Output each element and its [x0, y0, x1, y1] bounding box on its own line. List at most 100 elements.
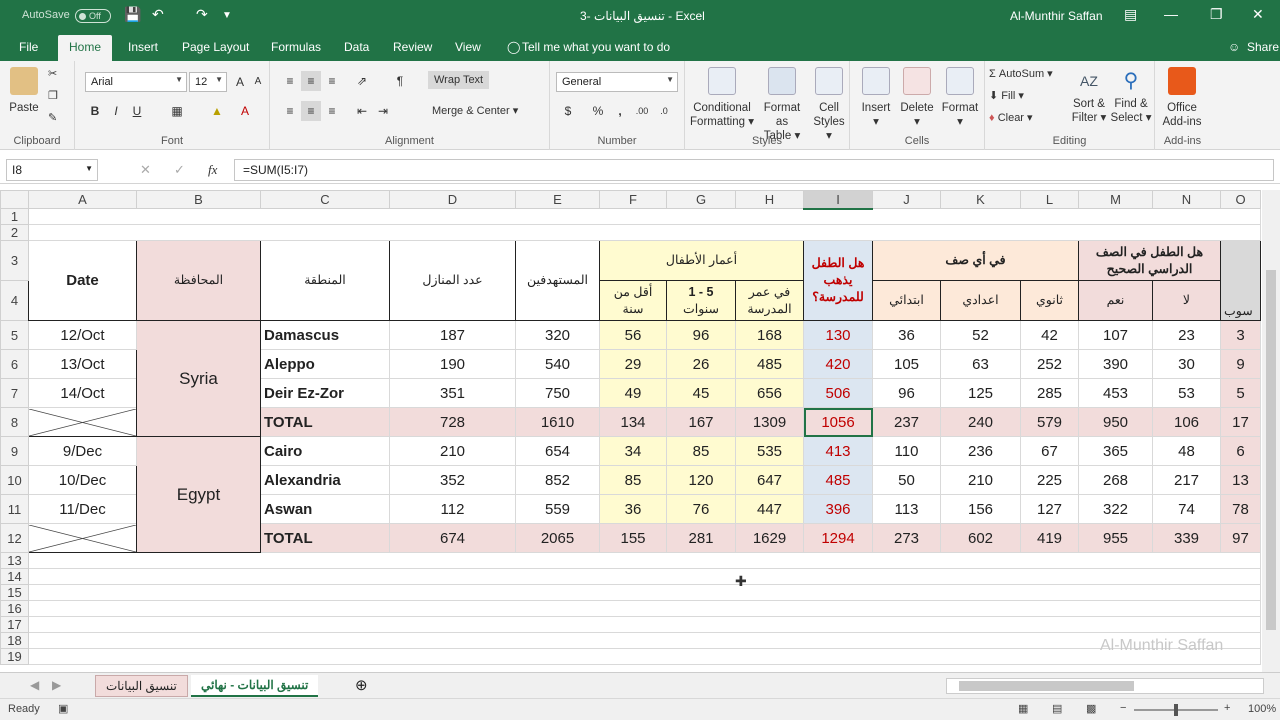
fill-color-icon[interactable]: ▲ [207, 101, 227, 121]
value-cell-l[interactable]: 42 [1020, 320, 1079, 350]
value-cell-g[interactable]: 45 [666, 378, 736, 408]
value-cell-h[interactable]: 1629 [735, 523, 804, 553]
value-cell-n[interactable]: 339 [1152, 523, 1221, 553]
value-cell-j[interactable]: 110 [872, 436, 941, 466]
no-header[interactable]: لا [1152, 280, 1221, 321]
paste-button[interactable]: Paste [6, 67, 42, 115]
value-cell-j[interactable]: 50 [872, 465, 941, 495]
font-size-select[interactable]: 12 ▼ [189, 72, 227, 92]
value-cell-k[interactable]: 240 [940, 407, 1021, 437]
empty-cell[interactable] [28, 568, 1261, 585]
horizontal-scrollbar[interactable] [946, 678, 1264, 694]
value-cell-l[interactable]: 225 [1020, 465, 1079, 495]
empty-cell[interactable] [28, 584, 1261, 601]
tab-page-layout[interactable]: Page Layout [182, 40, 249, 54]
italic-button[interactable]: I [106, 101, 126, 121]
value-cell-h[interactable]: 535 [735, 436, 804, 466]
page-break-view-icon[interactable]: ▩ [1086, 702, 1096, 715]
fill-button[interactable]: ⬇ Fill ▾ [989, 89, 1024, 102]
rtl-icon[interactable]: ¶ [390, 71, 410, 91]
copy-icon[interactable]: ❐ [48, 89, 58, 102]
tab-insert[interactable]: Insert [128, 40, 158, 54]
one-to-five-header[interactable]: 1 - 5 سنوات [666, 280, 736, 321]
value-cell-j[interactable]: 96 [872, 378, 941, 408]
col-header-i[interactable]: I [803, 190, 873, 210]
formula-input[interactable]: =SUM(I5:I7) [234, 159, 1274, 181]
row-header[interactable]: 13 [0, 552, 29, 569]
comma-button[interactable]: , [610, 101, 630, 121]
ribbon-display-icon[interactable]: ▤ [1124, 6, 1137, 23]
value-cell-j[interactable]: 273 [872, 523, 941, 553]
insert-cells-button[interactable]: Insert ▾ [856, 67, 896, 129]
align-middle-icon[interactable]: ≡ [301, 71, 321, 91]
value-cell-l[interactable]: 67 [1020, 436, 1079, 466]
col-header-j[interactable]: J [872, 190, 941, 209]
value-cell-i[interactable]: 485 [803, 465, 873, 495]
customize-qat-icon[interactable]: ▼ [222, 10, 232, 21]
align-bottom-icon[interactable]: ≡ [322, 71, 342, 91]
share-button[interactable]: Share [1247, 40, 1279, 54]
value-cell-f[interactable]: 134 [599, 407, 667, 437]
region-cell[interactable]: TOTAL [260, 407, 390, 437]
currency-button[interactable]: $ [558, 101, 578, 121]
value-cell-e[interactable]: 654 [515, 436, 600, 466]
value-cell-e[interactable]: 1610 [515, 407, 600, 437]
insert-function-icon[interactable]: fx [208, 162, 217, 178]
value-cell-d[interactable]: 351 [389, 378, 516, 408]
number-format-select[interactable]: General ▼ [556, 72, 678, 92]
autosave-toggle[interactable]: Off [75, 9, 111, 23]
worksheet[interactable]: A B C D E F G H I J K L M N O 1 2 3 Date… [0, 190, 1262, 672]
value-cell-f[interactable]: 34 [599, 436, 667, 466]
value-cell-n[interactable]: 106 [1152, 407, 1221, 437]
percent-button[interactable]: % [588, 101, 608, 121]
format-painter-icon[interactable]: ✎ [48, 111, 57, 124]
align-left-icon[interactable]: ≡ [280, 101, 300, 121]
goes-to-school-header[interactable]: هل الطفل يذهب للمدرسة؟ [803, 240, 873, 321]
value-cell-m[interactable]: 453 [1078, 378, 1153, 408]
value-cell-e[interactable]: 320 [515, 320, 600, 350]
col-header-h[interactable]: H [735, 190, 804, 209]
value-cell-e[interactable]: 750 [515, 378, 600, 408]
value-cell-o[interactable]: 3 [1220, 320, 1261, 350]
value-cell-n[interactable]: 30 [1152, 349, 1221, 379]
value-cell-l[interactable]: 127 [1020, 494, 1079, 524]
date-cell[interactable]: 12/Oct [28, 320, 137, 350]
value-cell-n[interactable]: 23 [1152, 320, 1221, 350]
date-cell[interactable]: 13/Oct [28, 349, 137, 379]
value-cell-o[interactable]: 6 [1220, 436, 1261, 466]
value-cell-f[interactable]: 85 [599, 465, 667, 495]
date-cell[interactable]: 14/Oct [28, 378, 137, 408]
date-cell[interactable]: 9/Dec [28, 436, 137, 466]
region-cell[interactable]: Damascus [260, 320, 390, 350]
row-header[interactable]: 19 [0, 648, 29, 665]
zoom-slider-handle[interactable] [1174, 704, 1178, 716]
value-cell-i[interactable]: 396 [803, 494, 873, 524]
row-header[interactable]: 18 [0, 632, 29, 649]
col-header-a[interactable]: A [28, 190, 137, 209]
value-cell-j[interactable]: 105 [872, 349, 941, 379]
row-header[interactable]: 11 [0, 494, 29, 524]
region-header[interactable]: المنطقة [260, 240, 390, 321]
normal-view-icon[interactable]: ▦ [1018, 702, 1028, 715]
value-cell-o[interactable]: 97 [1220, 523, 1261, 553]
empty-cell[interactable] [28, 648, 1261, 665]
value-cell-g[interactable]: 281 [666, 523, 736, 553]
value-cell-h[interactable]: 656 [735, 378, 804, 408]
value-cell-g[interactable]: 120 [666, 465, 736, 495]
save-icon[interactable]: 💾 [124, 6, 141, 23]
value-cell-i[interactable]: 1056 [803, 407, 873, 437]
cell-grid[interactable]: A B C D E F G H I J K L M N O 1 2 3 Date… [0, 190, 1261, 665]
cancel-icon[interactable]: ✕ [140, 162, 151, 178]
bold-button[interactable]: B [85, 101, 105, 121]
date-cell[interactable]: 11/Dec [28, 494, 137, 524]
sheet-tab-1[interactable]: تنسيق البيانات [95, 675, 188, 697]
correct-grade-header[interactable]: هل الطفل في الصف الدراسي الصحيح [1078, 240, 1221, 281]
value-cell-k[interactable]: 125 [940, 378, 1021, 408]
value-cell-l[interactable]: 285 [1020, 378, 1079, 408]
row-header[interactable]: 7 [0, 378, 29, 408]
value-cell-e[interactable]: 540 [515, 349, 600, 379]
governorate-cell-syria[interactable]: Syria [136, 320, 261, 437]
col-header-b[interactable]: B [136, 190, 261, 209]
name-box[interactable]: I8 ▼ [6, 159, 98, 181]
minimize-icon[interactable]: — [1164, 6, 1178, 22]
